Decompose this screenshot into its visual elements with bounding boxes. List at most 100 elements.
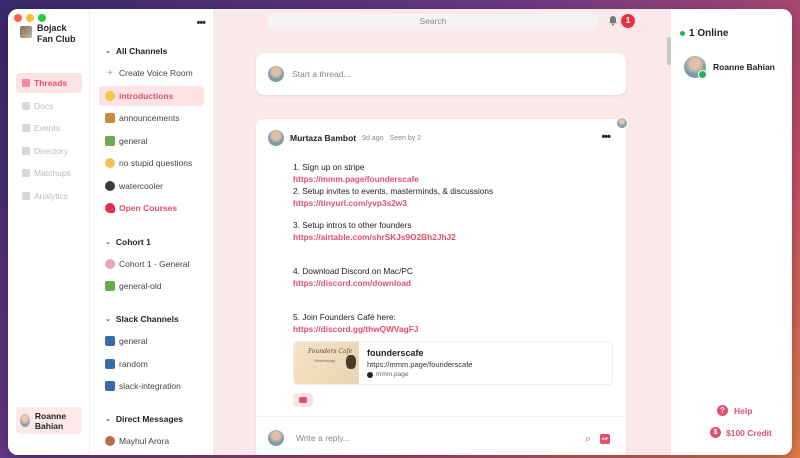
server-avatar xyxy=(20,26,32,38)
avatar xyxy=(268,430,284,446)
section-direct-messages[interactable]: ⌄ Direct Messages xyxy=(105,414,183,424)
help-button[interactable]: ? Help xyxy=(717,405,752,416)
preview-site-name: mmm.page xyxy=(376,371,409,378)
channel-label: Create Voice Room xyxy=(119,68,193,78)
nav-threads[interactable]: Threads xyxy=(16,73,82,93)
question-icon: ? xyxy=(717,405,728,416)
search-input[interactable]: Search xyxy=(268,14,598,29)
dm-mayhul-arora[interactable]: Mayhul Arora xyxy=(99,431,204,451)
nav-label: Docs xyxy=(34,100,54,111)
create-voice-room-button[interactable]: + Create Voice Room xyxy=(99,63,204,83)
channel-watercooler[interactable]: watercooler xyxy=(99,176,204,196)
heart-icon xyxy=(105,203,115,213)
preview-figure xyxy=(346,355,356,369)
channel-general[interactable]: general xyxy=(99,131,204,151)
help-label: Help xyxy=(734,405,753,416)
post-link[interactable]: https://tinyurl.com/yvp3s2w3 xyxy=(293,198,407,208)
channel-general-old[interactable]: general-old xyxy=(99,276,204,296)
more-options-icon[interactable]: ••• xyxy=(196,17,206,29)
section-label: Direct Messages xyxy=(115,414,183,424)
channel-announcements[interactable]: announcements xyxy=(99,108,204,128)
nav-analytics[interactable]: Analytics xyxy=(16,186,82,206)
credit-button[interactable]: $ $100 Credit xyxy=(710,427,772,438)
channel-label: announcements xyxy=(119,113,180,123)
skunk-icon xyxy=(105,181,115,191)
link-preview-image: Founders Cafe Wednesday xyxy=(294,342,359,384)
nav-docs[interactable]: Docs xyxy=(16,96,82,116)
house-icon xyxy=(105,136,115,146)
channel-cohort-1-general[interactable]: Cohort 1 - General xyxy=(99,254,204,274)
nav-label: Directory xyxy=(34,145,69,156)
start-thread-composer[interactable]: Start a thread... xyxy=(256,53,626,95)
plus-icon: + xyxy=(107,67,113,79)
bell-icon[interactable] xyxy=(608,15,618,26)
paperclip-icon[interactable]: ⌕ xyxy=(585,433,591,446)
channel-introductions[interactable]: introductions xyxy=(99,86,204,106)
nav-label: Threads xyxy=(34,78,68,88)
post-more-icon[interactable]: ••• xyxy=(601,131,611,143)
online-dot-icon xyxy=(680,31,685,36)
section-label: All Channels xyxy=(115,46,168,56)
main-nav: Threads Docs Events Directory Matchups A… xyxy=(16,73,82,209)
section-all-channels[interactable]: ⌄ All Channels xyxy=(105,46,167,56)
online-user-name: Roanne Bahian xyxy=(713,62,775,72)
post-line: 4. Download Discord on Mac/PC xyxy=(293,266,413,276)
server-header[interactable]: Bojack Fan Club xyxy=(20,23,83,45)
channel-no-stupid-questions[interactable]: no stupid questions xyxy=(99,153,204,173)
credit-label: $100 Credit xyxy=(726,427,772,438)
channel-sidebar: ••• ⌄ All Channels + Create Voice Room i… xyxy=(90,9,213,455)
author-avatar[interactable] xyxy=(268,130,284,146)
link-preview-text: founderscafe https://mmm.page/foundersca… xyxy=(367,348,472,378)
channel-label: no stupid questions xyxy=(119,158,193,168)
directory-icon xyxy=(22,146,30,155)
post-link[interactable]: https://airtable.com/shrSKJs9O2Bh2JhJ2 xyxy=(293,232,456,242)
site-icon xyxy=(367,371,373,378)
section-label: Cohort 1 xyxy=(115,237,151,247)
current-user[interactable]: Roanne Bahian xyxy=(16,407,82,434)
add-reaction-button[interactable] xyxy=(293,393,313,407)
nav-matchups[interactable]: Matchups xyxy=(16,163,82,183)
preview-site: mmm.page xyxy=(367,371,472,378)
start-thread-input[interactable]: Start a thread... xyxy=(292,69,351,79)
post-link[interactable]: https://mmm.page/founderscafe xyxy=(293,174,419,184)
channel-slack-general[interactable]: general xyxy=(99,331,204,351)
channel-random[interactable]: random xyxy=(99,354,204,374)
seen-by[interactable]: Seen by 2 xyxy=(390,135,422,142)
avatar xyxy=(268,66,284,82)
channel-slack-integration[interactable]: slack-integration xyxy=(99,376,204,396)
nav-events[interactable]: Events xyxy=(16,118,82,138)
matchups-icon xyxy=(22,169,30,178)
section-cohort-1[interactable]: ⌄ Cohort 1 xyxy=(105,237,151,247)
channel-label: general xyxy=(119,336,148,346)
maximize-window-button[interactable] xyxy=(38,14,46,22)
pencil-icon xyxy=(22,79,30,87)
close-window-button[interactable] xyxy=(14,14,22,22)
link-preview-card[interactable]: Founders Cafe Wednesday founderscafe htt… xyxy=(293,341,613,385)
reaction-icon xyxy=(299,397,307,403)
doc-icon xyxy=(22,101,30,110)
horn-icon xyxy=(105,113,115,123)
left-sidebar: Bojack Fan Club Threads Docs Events Dire… xyxy=(8,9,90,455)
avatar xyxy=(20,414,30,427)
channel-label: random xyxy=(119,359,148,369)
thread-post: Murtaza Bambot 9d ago Seen by 2 ••• 1. S… xyxy=(256,117,628,455)
gif-icon[interactable]: GIF xyxy=(600,434,610,444)
channel-open-courses[interactable]: Open Courses xyxy=(99,198,204,218)
analytics-icon xyxy=(22,191,30,200)
scroll-icon xyxy=(105,381,115,391)
post-link[interactable]: https://discord.gg/thwQWVagFJ xyxy=(293,324,418,334)
wave-icon xyxy=(105,91,115,101)
nav-directory[interactable]: Directory xyxy=(16,141,82,161)
online-user[interactable]: Roanne Bahian xyxy=(684,56,775,79)
money-bag-icon: $ xyxy=(710,427,721,438)
section-label: Slack Channels xyxy=(115,314,179,324)
section-slack-channels[interactable]: ⌄ Slack Channels xyxy=(105,314,179,324)
online-count: 1 Online xyxy=(689,28,729,39)
avatar xyxy=(616,117,628,129)
chevron-down-icon: ⌄ xyxy=(105,48,111,55)
minimize-window-button[interactable] xyxy=(26,14,34,22)
post-author[interactable]: Murtaza Bambot xyxy=(290,133,356,143)
notification-badge[interactable]: 1 xyxy=(621,14,635,28)
reply-input[interactable]: Write a reply... xyxy=(296,433,350,443)
post-link[interactable]: https://discord.com/download xyxy=(293,278,411,288)
